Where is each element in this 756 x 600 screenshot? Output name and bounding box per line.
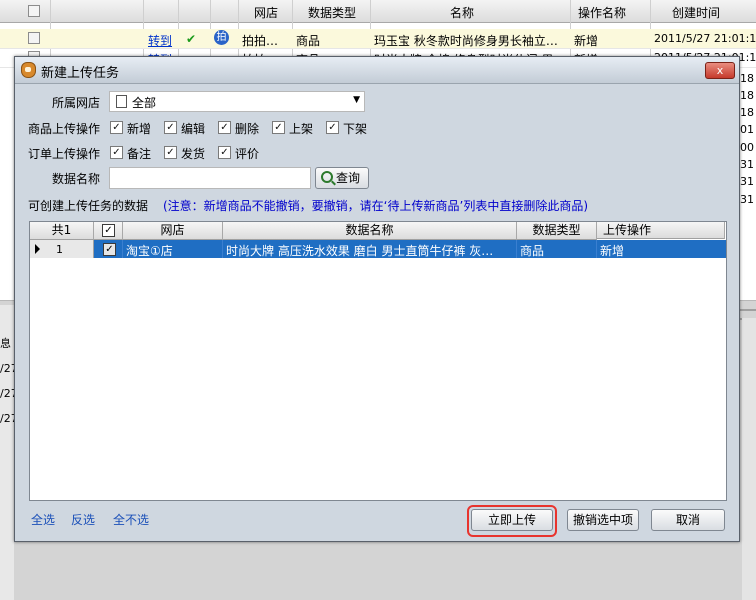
row-pointer-icon — [35, 244, 40, 254]
close-button[interactable]: x — [705, 62, 735, 79]
new-upload-task-dialog: 新建上传任务 x 所属网店 全部 ▼ 商品上传操作 ✓ 新增 ✓ 编辑 ✓ 删除… — [14, 56, 740, 542]
clipped-time: 18 — [740, 106, 754, 119]
checkbox-add[interactable]: ✓ — [110, 121, 123, 134]
select-all-checkbox[interactable]: ✓ — [102, 224, 115, 237]
header-checkbox[interactable] — [28, 5, 40, 17]
invert-selection-link[interactable]: 反选 — [71, 511, 95, 528]
checkbox-delist-label: 下架 — [343, 122, 368, 136]
checkbox-list-label: 上架 — [289, 122, 314, 136]
notice-text: (注意：新增商品不能撤销，要撤销，请在‘待上传新商品’列表中直接删除此商品) — [163, 199, 588, 213]
upload-now-button[interactable]: 立即上传 — [471, 509, 553, 531]
bg-header-op: 操作名称 — [578, 6, 627, 20]
select-none-link[interactable]: 全不选 — [113, 511, 149, 528]
row-header[interactable]: 1 — [30, 240, 94, 258]
search-button[interactable]: 查询 — [315, 167, 369, 189]
order-ops-label: 订单上传操作 — [28, 147, 101, 161]
select-all-link[interactable]: 全选 — [31, 511, 55, 528]
data-name-input[interactable] — [109, 167, 311, 189]
dialog-title: 新建上传任务 — [41, 66, 120, 81]
clipped-time: 31 — [740, 193, 754, 206]
row-time: 2011/5/27 21:01:18 — [654, 32, 756, 45]
clipped-time: 31 — [740, 175, 754, 188]
row-name: 时尚大牌 高压洗水效果 磨白 男士直筒牛仔裤 灰… — [226, 244, 494, 258]
row-checkbox[interactable]: ✓ — [103, 243, 116, 256]
row-type: 商品 — [296, 34, 321, 48]
bg-header-name: 名称 — [450, 6, 475, 20]
checkbox-delete-label: 删除 — [235, 122, 260, 136]
checkbox-add-label: 新增 — [127, 122, 152, 136]
grid-count-header: 共1 — [30, 222, 94, 240]
row-name: 玛玉宝 秋冬款时尚修身男长袖立… — [374, 34, 558, 48]
grid-header-op[interactable]: 上传操作 — [597, 222, 725, 239]
goto-link[interactable]: 转到 — [148, 32, 172, 49]
search-icon — [321, 171, 333, 183]
background-right-strip — [742, 318, 756, 600]
background-grid-header: 网店 数据类型 名称 操作名称 创建时间 — [0, 0, 756, 23]
row-op: 新增 — [600, 244, 625, 258]
data-name-label: 数据名称 — [52, 172, 101, 186]
app-icon — [21, 62, 36, 78]
shop-select[interactable]: 全部 ▼ — [109, 91, 365, 112]
clipped-time: 01 — [740, 123, 754, 136]
grid-header-shop[interactable]: 网店 — [123, 222, 223, 240]
bg-header-shop: 网店 — [254, 6, 279, 20]
bg-header-time: 创建时间 — [672, 6, 721, 20]
dialog-titlebar[interactable]: 新建上传任务 x — [15, 57, 739, 84]
background-lower-panel: 息 /27 /27 /27 — [0, 305, 18, 600]
checkbox-review[interactable]: ✓ — [218, 146, 231, 159]
checkbox-remark-label: 备注 — [127, 147, 152, 161]
table-row[interactable]: 1 ✓ 淘宝①店 时尚大牌 高压洗水效果 磨白 男士直筒牛仔裤 灰… 商品 新增 — [30, 240, 726, 258]
chevron-down-icon: ▼ — [353, 95, 360, 105]
check-icon: ✔ — [186, 32, 197, 46]
bg-header-type: 数据类型 — [308, 6, 357, 20]
checkbox-delist[interactable]: ✓ — [326, 121, 339, 134]
search-button-label: 查询 — [336, 171, 361, 185]
paipai-icon: 拍 — [214, 30, 229, 45]
row-shop: 淘宝①店 — [126, 244, 173, 258]
checkbox-edit-label: 编辑 — [181, 122, 206, 136]
table-row[interactable]: 转到 ✔ 拍 拍拍… 商品 玛玉宝 秋冬款时尚修身男长袖立… 新增 2011/5… — [0, 29, 756, 49]
grid-header-type[interactable]: 数据类型 — [517, 222, 597, 240]
clipped-time: 18 — [740, 72, 754, 85]
checkbox-ship-label: 发货 — [181, 147, 206, 161]
clipped-time: 00 — [740, 141, 754, 154]
grid-check-header[interactable]: ✓ — [94, 222, 123, 240]
checkbox-edit[interactable]: ✓ — [164, 121, 177, 134]
row-type: 商品 — [520, 244, 545, 258]
checkbox-delete[interactable]: ✓ — [218, 121, 231, 134]
shop-label: 所属网店 — [52, 96, 101, 110]
checkbox-list[interactable]: ✓ — [272, 121, 285, 134]
row-checkbox[interactable] — [28, 32, 40, 44]
cancel-button[interactable]: 取消 — [651, 509, 725, 531]
clipped-time: 18 — [740, 89, 754, 102]
clipped-time: 31 — [740, 158, 754, 171]
undo-selected-button[interactable]: 撤销选中项 — [567, 509, 639, 531]
checkbox-review-label: 评价 — [235, 147, 260, 161]
row-shop: 拍拍… — [242, 34, 279, 48]
document-icon — [116, 95, 127, 108]
shop-select-value: 全部 — [132, 96, 157, 110]
row-number: 1 — [56, 243, 63, 256]
grid-header-name[interactable]: 数据名称 — [223, 222, 517, 240]
upload-data-grid: 共1 ✓ 网店 数据名称 数据类型 上传操作 1 ✓ 淘宝①店 时尚大牌 高压洗… — [29, 221, 727, 501]
row-op: 新增 — [574, 34, 599, 48]
checkbox-ship[interactable]: ✓ — [164, 146, 177, 159]
checkbox-remark[interactable]: ✓ — [110, 146, 123, 159]
creatable-data-label: 可创建上传任务的数据 — [28, 199, 149, 213]
clipped-header: 息 — [0, 337, 11, 350]
product-ops-label: 商品上传操作 — [28, 122, 101, 136]
